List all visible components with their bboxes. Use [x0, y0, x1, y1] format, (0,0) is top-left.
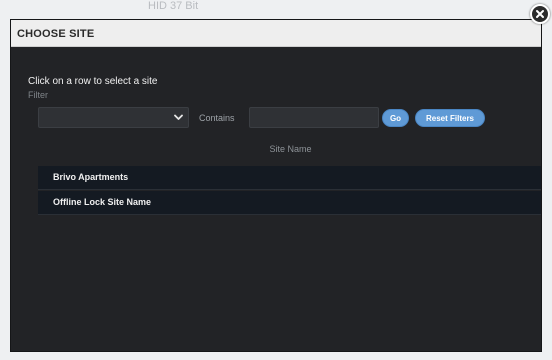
table-row[interactable]: Offline Lock Site Name — [38, 191, 541, 215]
filter-field-select[interactable] — [38, 107, 189, 128]
modal-header: CHOOSE SITE — [11, 20, 541, 47]
close-button[interactable] — [530, 4, 550, 24]
chevron-down-icon — [174, 114, 183, 120]
row-site-name: Offline Lock Site Name — [53, 197, 152, 207]
table-row[interactable]: Brivo Apartments — [38, 166, 541, 190]
choose-site-modal: CHOOSE SITE Click on a row to select a s… — [10, 19, 542, 352]
row-site-name: Brivo Apartments — [53, 172, 129, 182]
background-partial-text: HID 37 Bit — [148, 0, 199, 12]
go-button[interactable]: Go — [382, 109, 409, 127]
contains-label: Contains — [199, 113, 235, 123]
modal-title: CHOOSE SITE — [17, 28, 95, 40]
column-header-site-name[interactable]: Site Name — [38, 144, 541, 154]
reset-filters-button[interactable]: Reset Filters — [415, 109, 485, 127]
close-icon — [536, 10, 544, 18]
contains-input[interactable] — [249, 107, 379, 128]
instruction-text: Click on a row to select a site — [28, 76, 158, 87]
filter-label: Filter — [28, 90, 48, 100]
